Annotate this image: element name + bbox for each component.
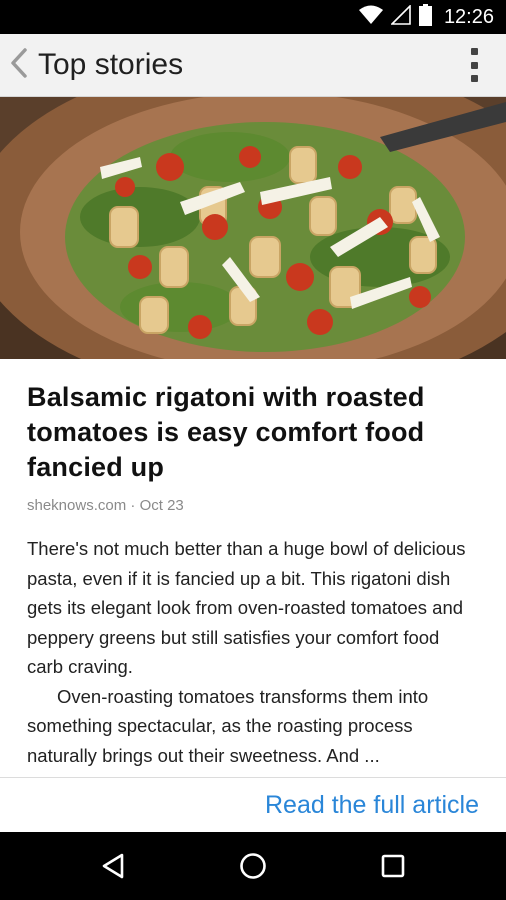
more-vert-icon-dot (470, 75, 478, 82)
signal-icon (390, 3, 411, 30)
article-headline: Balsamic rigatoni with roasted tomatoes … (27, 382, 425, 482)
article-content: Balsamic rigatoni with roasted tomatoes … (27, 360, 479, 770)
article-hero-image[interactable] (0, 97, 506, 359)
nav-back-button[interactable] (73, 832, 153, 900)
nav-recents-button[interactable] (353, 832, 433, 900)
pasta-bowl-illustration (0, 97, 506, 359)
status-time: 12:26 (443, 5, 494, 28)
more-options-button[interactable] (464, 46, 484, 84)
more-vert-icon-dot (470, 61, 478, 69)
status-icons: 12:26 (358, 0, 494, 34)
wifi-icon (358, 5, 383, 30)
article-paragraph: Oven-roasting tomatoes transforms them i… (27, 685, 429, 766)
battery-icon (418, 3, 432, 31)
more-vert-icon-dot (470, 48, 478, 55)
chevron-left-icon (10, 47, 28, 83)
system-nav-bar (0, 832, 506, 900)
recents-square-icon (381, 854, 405, 878)
divider (0, 777, 506, 778)
article-paragraph: There's not much better than a huge bowl… (27, 538, 466, 677)
meta-separator: · (126, 497, 140, 514)
article-source: sheknows.com (27, 497, 127, 514)
page-title: Top stories (38, 48, 184, 81)
article-date: Oct 23 (139, 497, 184, 514)
article-body: There's not much better than a huge bowl… (27, 534, 479, 770)
home-circle-icon (240, 853, 266, 879)
read-full-article-link[interactable]: Read the full article (265, 786, 479, 824)
status-bar: 12:26 (0, 0, 506, 34)
article-meta: sheknows.com · Oct 23 (27, 497, 479, 514)
app-bar: Top stories (0, 34, 506, 97)
nav-home-button[interactable] (213, 832, 293, 900)
back-triangle-icon (102, 853, 124, 879)
back-button[interactable] (0, 34, 34, 96)
